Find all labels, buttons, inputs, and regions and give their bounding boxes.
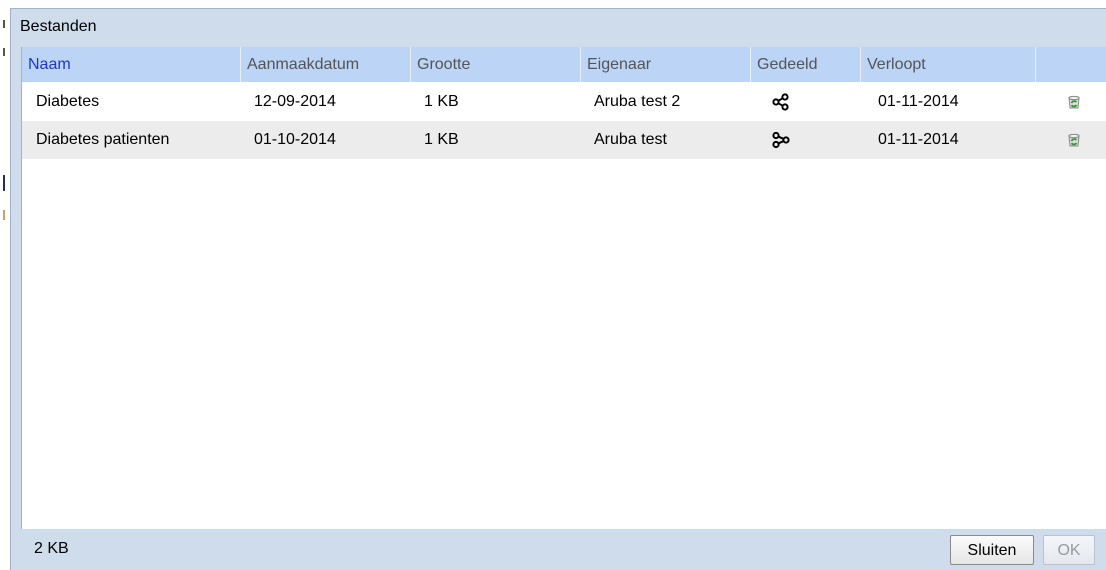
cell-name: Diabetes: [36, 93, 100, 110]
close-button[interactable]: Sluiten: [950, 535, 1034, 565]
table-header: Naam Aanmaakdatum Grootte Eigenaar Gedee…: [22, 47, 1106, 82]
share-icon: [772, 93, 789, 111]
recycle-bin-icon[interactable]: [1066, 94, 1082, 110]
cell-expires: 01-11-2014: [878, 93, 959, 110]
table-row[interactable]: Diabetes patienten 01-10-2014 1 KB Aruba…: [22, 121, 1106, 159]
table-row[interactable]: Diabetes 12-09-2014 1 KB Aruba test 2 01…: [22, 83, 1106, 121]
cell-size: 1 KB: [424, 131, 459, 148]
column-header-owner[interactable]: Eigenaar: [581, 47, 751, 82]
edge-mark: [3, 210, 5, 220]
files-table: Naam Aanmaakdatum Grootte Eigenaar Gedee…: [21, 47, 1106, 529]
ok-button[interactable]: OK: [1043, 535, 1095, 565]
column-header-size[interactable]: Grootte: [411, 47, 581, 82]
shared-with-me-icon: [772, 131, 790, 149]
edge-mark: [3, 20, 5, 28]
column-header-name[interactable]: Naam: [22, 47, 241, 82]
cell-expires: 01-11-2014: [878, 131, 959, 148]
recycle-bin-icon[interactable]: [1066, 132, 1082, 148]
files-dialog: Bestanden Naam Aanmaakdatum Grootte Eige…: [10, 8, 1106, 570]
edge-mark: [3, 175, 5, 191]
column-header-shared[interactable]: Gedeeld: [751, 47, 861, 82]
cell-name: Diabetes patienten: [36, 131, 170, 148]
cell-owner: Aruba test: [594, 131, 667, 148]
window-edge: [0, 0, 10, 570]
cell-created: 01-10-2014: [254, 131, 336, 148]
total-size: 2 KB: [34, 540, 69, 557]
cell-size: 1 KB: [424, 93, 459, 110]
column-header-actions: [1036, 47, 1106, 82]
cell-created: 12-09-2014: [254, 93, 336, 110]
cell-owner: Aruba test 2: [594, 93, 681, 110]
dialog-title: Bestanden: [20, 18, 97, 35]
column-header-created[interactable]: Aanmaakdatum: [241, 47, 411, 82]
edge-mark: [3, 48, 5, 56]
column-header-expires[interactable]: Verloopt: [861, 47, 1036, 82]
